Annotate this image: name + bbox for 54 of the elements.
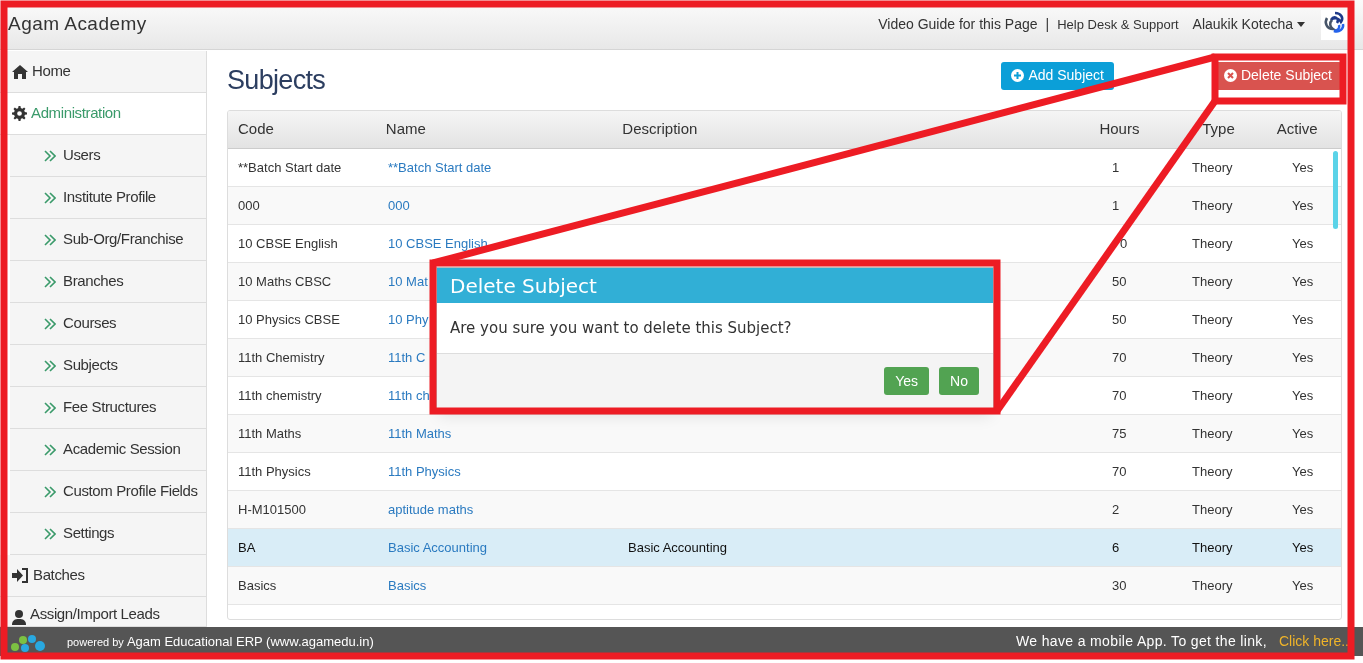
table-cell: 50 (1112, 311, 1127, 327)
table-cell: Theory (1192, 235, 1233, 251)
table-cell: 0 (1120, 235, 1128, 251)
mobile-app-text: We have a mobile App. To get the link, (1016, 632, 1267, 651)
table-cell: Yes (1292, 311, 1314, 327)
table-cell: H-M101500 (238, 501, 306, 517)
table-cell: BA (238, 539, 256, 555)
table-cell: Theory (1192, 501, 1233, 517)
table-cell: Theory (1192, 539, 1233, 555)
table-cell: 70 (1112, 387, 1127, 403)
table-cell: Yes (1292, 425, 1314, 441)
table-cell: Theory (1192, 197, 1233, 213)
table-cell: Yes (1292, 463, 1314, 479)
table-cell: 10 Physics CBSE (238, 311, 340, 327)
table-cell: 75 (1112, 425, 1127, 441)
table-cell: 30 (1112, 577, 1127, 593)
table-cell: 11th chemistry (238, 387, 322, 403)
table-cell: Yes (1292, 159, 1314, 175)
table-cell: Yes (1292, 501, 1314, 517)
table-cell: 1 (1112, 197, 1120, 213)
table-cell: Yes (1292, 387, 1314, 403)
table-cell: **Batch Start date (238, 159, 342, 175)
table-cell: Basics (238, 577, 277, 593)
table-cell: Theory (1192, 425, 1233, 441)
table-cell: Theory (1192, 577, 1233, 593)
table-cell: Yes (1292, 197, 1314, 213)
table-cell: 70 (1112, 349, 1127, 365)
table-cell: 6 (1112, 539, 1120, 555)
separator: | (1045, 15, 1050, 34)
table-cell: 11th Maths (238, 425, 302, 441)
table-cell: Yes (1292, 235, 1314, 251)
table-cell: 11th Physics (238, 463, 311, 479)
table-cell: 10 CBSE English (238, 235, 338, 251)
table-cell: 1 (1112, 159, 1120, 175)
table-cell: Yes (1292, 273, 1314, 289)
table-cell: Theory (1192, 273, 1233, 289)
table-cell: Yes (1292, 539, 1314, 555)
powered-by-text: powered by (67, 634, 124, 650)
page-title: Subjects (227, 64, 326, 98)
table-cell: Basic Accounting (628, 539, 727, 555)
table-cell: 10 Maths CBSC (238, 273, 332, 289)
table-cell: Yes (1292, 349, 1314, 365)
table-cell: Theory (1192, 311, 1233, 327)
table-cell: 11th Chemistry (238, 349, 325, 365)
table-cell: Theory (1192, 349, 1233, 365)
dialog-title: Delete Subject (437, 268, 993, 303)
table-cell: 70 (1112, 463, 1127, 479)
table-cell: Theory (1192, 463, 1233, 479)
table-cell: 50 (1112, 273, 1127, 289)
table-cell: Theory (1192, 387, 1233, 403)
table-cell: 000 (238, 197, 260, 213)
table-cell: Theory (1192, 159, 1233, 175)
table-cell: Yes (1292, 577, 1314, 593)
table-cell: 2 (1112, 501, 1120, 517)
